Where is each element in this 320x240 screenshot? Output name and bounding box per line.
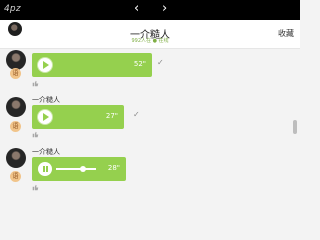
voice-duration: 52" (133, 60, 146, 68)
voice-progress[interactable] (56, 166, 96, 172)
online-status: 992人在 ● 在线 (131, 38, 169, 44)
voice-message-bubble[interactable]: 27" (32, 105, 124, 129)
top-bar: 4pz ‹ › (0, 0, 300, 20)
favorite-button[interactable]: 收藏 (278, 28, 294, 39)
check-icon: ✓ (133, 110, 140, 119)
app-label: 4pz (4, 4, 21, 14)
sender-name: 一介糙人 (32, 148, 60, 156)
progress-handle[interactable] (79, 166, 86, 172)
play-icon[interactable] (38, 58, 52, 72)
voice-duration: 28" (107, 164, 120, 172)
thumb-up-icon[interactable] (32, 80, 39, 87)
avatar[interactable] (6, 97, 26, 117)
sender-name: 一介糙人 (32, 96, 60, 104)
thumb-up-icon[interactable] (32, 184, 39, 191)
voice-duration: 27" (105, 112, 118, 120)
check-icon: ✓ (157, 58, 164, 67)
avatar[interactable] (6, 148, 26, 168)
chevron-left-icon[interactable]: ‹ (134, 2, 139, 16)
play-icon[interactable] (38, 110, 52, 124)
level-badge: 语 (10, 171, 21, 182)
thumb-up-icon[interactable] (32, 131, 39, 138)
voice-message-bubble[interactable]: 52" (32, 53, 152, 77)
chat-header: 一介糙人 992人在 ● 在线 收藏 (0, 20, 300, 49)
scrollbar[interactable] (293, 120, 297, 134)
avatar[interactable] (6, 50, 26, 70)
voice-message-bubble[interactable]: 28" (32, 157, 126, 181)
level-badge: 语 (10, 121, 21, 132)
chevron-right-icon[interactable]: › (162, 2, 167, 16)
pause-icon[interactable] (38, 162, 52, 176)
level-badge: 语 (10, 68, 21, 79)
